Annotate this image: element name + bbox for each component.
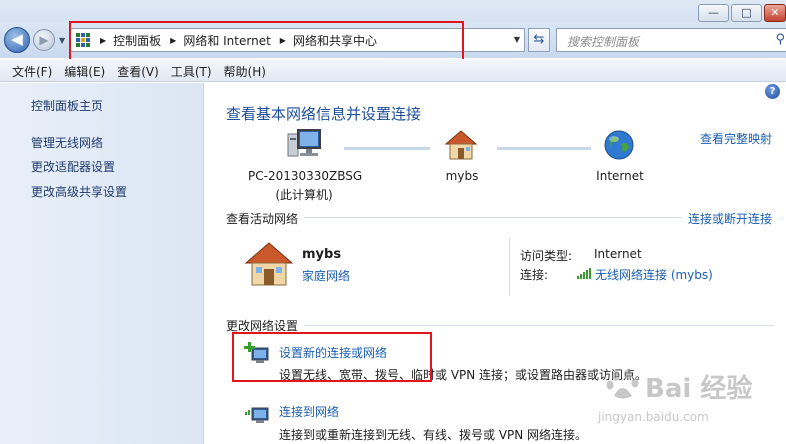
search-box[interactable]: 搜索控制面板 ⚲: [556, 28, 786, 52]
window-controls: — □ ✕: [698, 4, 786, 22]
home-network-icon: [244, 242, 294, 286]
menu-help[interactable]: 帮助(H): [218, 59, 272, 81]
access-type-value: Internet: [594, 247, 642, 261]
section-divider: [304, 325, 774, 326]
computer-icon: [287, 129, 321, 157]
map-internet-label: Internet: [596, 169, 644, 183]
sidebar-item-manage-wireless[interactable]: 管理无线网络: [31, 134, 103, 151]
back-button[interactable]: ◀: [4, 27, 30, 53]
connect-network-icon: [245, 407, 269, 423]
sidebar-item-adapter-settings[interactable]: 更改适配器设置: [31, 158, 115, 175]
address-highlight-box: [69, 21, 464, 63]
connect-to-network-link[interactable]: 连接到网络: [279, 403, 339, 420]
sidebar-item-advanced-sharing[interactable]: 更改高级共享设置: [31, 183, 127, 200]
menu-bar: 文件(F) 编辑(E) 查看(V) 工具(T) 帮助(H): [0, 59, 786, 82]
watermark-url: jingyan.baidu.com: [598, 410, 709, 424]
minimize-button[interactable]: —: [698, 4, 729, 22]
map-computer-name: PC-20130330ZBSG: [248, 169, 363, 183]
active-networks-heading: 查看活动网络: [226, 212, 299, 226]
help-icon[interactable]: ?: [765, 84, 780, 99]
map-computer-sub: (此计算机): [275, 188, 333, 202]
globe-icon: [604, 130, 634, 160]
wifi-signal-icon: [577, 268, 591, 279]
menu-file[interactable]: 文件(F): [6, 59, 58, 81]
view-full-map-link[interactable]: 查看完整映射: [700, 130, 772, 147]
menu-view[interactable]: 查看(V): [111, 59, 165, 81]
map-network-name: mybs: [445, 169, 479, 183]
access-type-label: 访问类型:: [520, 249, 573, 263]
page-title: 查看基本网络信息并设置连接: [226, 105, 422, 123]
active-network-name: mybs: [302, 247, 342, 262]
menu-tools[interactable]: 工具(T): [165, 59, 218, 81]
network-type-link[interactable]: 家庭网络: [302, 267, 350, 284]
close-button[interactable]: ✕: [764, 4, 786, 22]
forward-button[interactable]: ▶: [33, 29, 55, 51]
connections-label: 连接:: [520, 268, 549, 282]
map-connector-line: [497, 147, 591, 150]
watermark-text: Bai 经验: [645, 374, 753, 404]
active-network-divider: [509, 238, 510, 296]
wireless-connection-link[interactable]: 无线网络连接 (mybs): [595, 266, 713, 283]
maximize-button[interactable]: □: [731, 4, 762, 22]
section-divider: [304, 217, 682, 218]
connect-to-network-desc: 连接到或重新连接到无线、有线、拨号或 VPN 网络连接。: [279, 428, 588, 442]
sidebar-item-control-panel-home[interactable]: 控制面板主页: [31, 97, 103, 114]
task-highlight-box: [232, 332, 432, 382]
map-connector-line: [344, 147, 430, 150]
search-icon[interactable]: ⚲: [775, 32, 785, 47]
refresh-button[interactable]: ⇆: [528, 28, 550, 52]
baidu-watermark: Bai 经验 jingyan.baidu.com: [590, 360, 780, 440]
house-icon: [444, 130, 478, 160]
baidu-paw-icon: [606, 369, 639, 399]
recent-pages-dropdown-icon[interactable]: ▼: [59, 36, 65, 45]
address-dropdown-icon[interactable]: ▼: [514, 35, 520, 44]
connect-disconnect-link[interactable]: 连接或断开连接: [688, 210, 772, 227]
menu-edit[interactable]: 编辑(E): [58, 59, 111, 81]
sidebar: 控制面板主页 管理无线网络 更改适配器设置 更改高级共享设置: [0, 83, 204, 444]
search-placeholder: 搜索控制面板: [567, 35, 640, 49]
